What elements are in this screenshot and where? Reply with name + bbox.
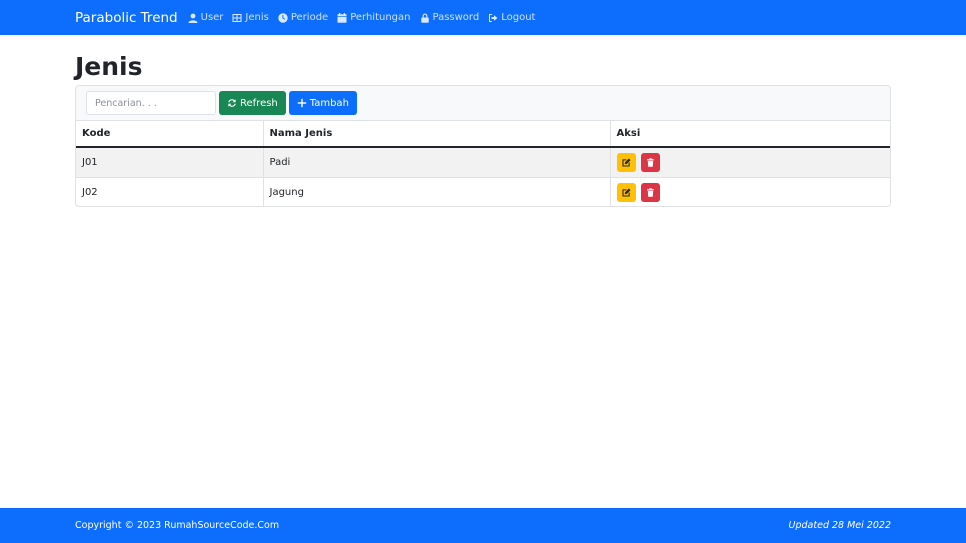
search-input[interactable] [86, 91, 216, 115]
jenis-table: Kode Nama Jenis Aksi J01 Padi J02 Jagung [76, 121, 890, 206]
delete-button[interactable] [640, 152, 660, 172]
cell-kode: J01 [76, 147, 263, 177]
edit-icon [621, 188, 631, 197]
nav-item-label: Logout [501, 12, 536, 23]
cell-kode: J02 [76, 176, 263, 206]
nav-item-label: Perhitungan [350, 12, 411, 23]
toolbar: Refresh Tambah [76, 86, 890, 121]
nav-item-label: Periode [290, 12, 329, 23]
data-card: Refresh Tambah Kode Nama Jenis Aksi J01 … [75, 85, 891, 207]
footer: Copyright © 2023 RumahSourceCode.Com Upd… [0, 508, 966, 543]
table-row: J02 Jagung [76, 176, 890, 206]
user-icon [188, 13, 198, 23]
nav-item-label: Jenis [245, 12, 269, 23]
nav-item-periode[interactable]: Periode [278, 12, 328, 23]
logout-icon [489, 13, 498, 22]
brand-link[interactable]: Parabolic Trend [75, 10, 178, 26]
refresh-button[interactable]: Refresh [219, 91, 286, 115]
delete-button[interactable] [640, 182, 660, 202]
cell-aksi [609, 147, 890, 177]
nav-item-label: Password [432, 12, 480, 23]
top-navbar: Parabolic Trend User Jenis Periode Perhi… [0, 0, 966, 35]
page-title: Jenis [75, 52, 143, 81]
calendar-icon [337, 12, 347, 23]
header-nama-jenis: Nama Jenis [262, 121, 610, 148]
lock-icon [420, 13, 429, 23]
header-kode: Kode [76, 121, 263, 148]
nav-item-user[interactable]: User [188, 12, 224, 23]
refresh-icon [228, 99, 236, 107]
add-button[interactable]: Tambah [288, 91, 357, 115]
cell-nama: Padi [262, 147, 610, 177]
clock-icon [278, 12, 288, 23]
edit-icon [621, 158, 631, 167]
header-aksi: Aksi [609, 121, 890, 148]
nav-item-perhitungan[interactable]: Perhitungan [337, 12, 411, 23]
nav-item-logout[interactable]: Logout [488, 12, 535, 23]
edit-button[interactable] [616, 152, 636, 172]
trash-icon [646, 188, 654, 197]
nav-item-label: User [200, 12, 224, 23]
cell-nama: Jagung [262, 176, 610, 206]
add-label: Tambah [309, 97, 349, 109]
refresh-label: Refresh [240, 97, 278, 109]
nav-item-jenis[interactable]: Jenis [232, 12, 269, 23]
footer-updated: Updated 28 Mei 2022 [788, 520, 891, 531]
trash-icon [646, 158, 654, 167]
plus-icon [297, 98, 306, 108]
cell-aksi [609, 176, 890, 206]
nav-item-password[interactable]: Password [420, 12, 480, 23]
footer-copyright: Copyright © 2023 RumahSourceCode.Com [75, 520, 280, 531]
table-icon [232, 13, 242, 22]
table-row: J01 Padi [76, 147, 890, 177]
edit-button[interactable] [616, 182, 636, 202]
table-header-row: Kode Nama Jenis Aksi [76, 121, 890, 148]
